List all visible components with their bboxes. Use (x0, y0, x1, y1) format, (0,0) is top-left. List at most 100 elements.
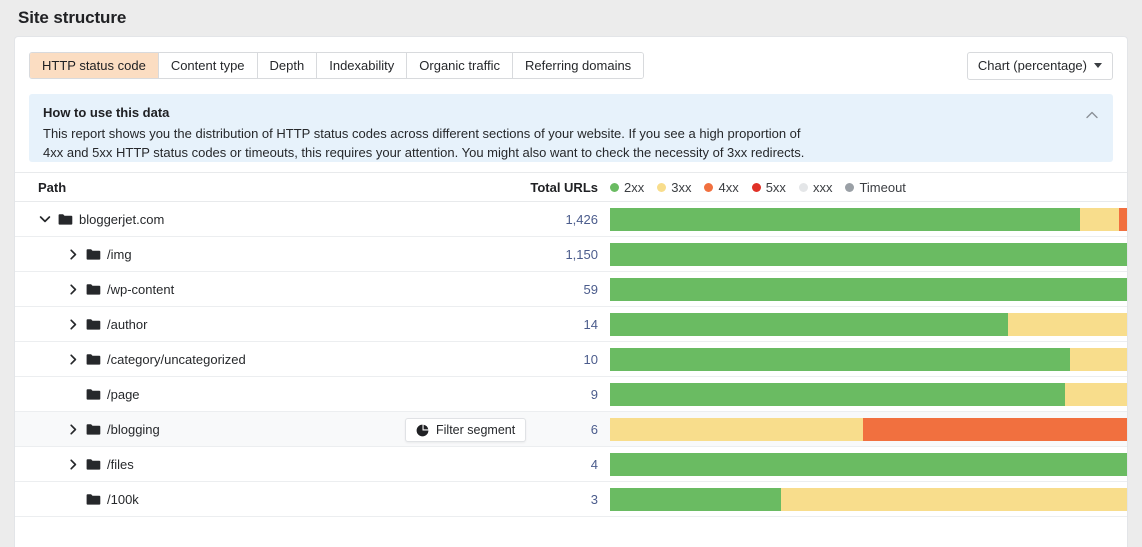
folder-icon (58, 212, 73, 227)
tab-indexability[interactable]: Indexability (317, 53, 407, 78)
info-panel-line-1: This report shows you the distribution o… (43, 124, 1073, 143)
status-bar-segment-2xx[interactable] (610, 208, 1080, 231)
chevron-right-icon[interactable] (66, 317, 80, 331)
chevron-right-icon[interactable] (66, 457, 80, 471)
chevron-right-icon[interactable] (66, 282, 80, 296)
status-bar-segment-2xx[interactable] (610, 488, 781, 511)
legend-item-xxx[interactable]: xxx (799, 180, 833, 195)
status-bar-segment-3xx[interactable] (781, 488, 1127, 511)
table-row[interactable]: /bloggingFilter segment6 (15, 412, 1127, 447)
cell-total-urls[interactable]: 14 (440, 317, 610, 332)
folder-icon (86, 352, 101, 367)
tab-content-type[interactable]: Content type (159, 53, 258, 78)
status-bar (610, 453, 1127, 476)
chevron-right-icon[interactable] (66, 352, 80, 366)
table-row[interactable]: bloggerjet.com1,426 (15, 202, 1127, 237)
column-header-total-urls: Total URLs (440, 180, 610, 195)
status-bar-segment-2xx[interactable] (610, 243, 1127, 266)
tab-group: HTTP status code Content type DepthIndexab… (29, 52, 644, 79)
status-bar-segment-4xx[interactable] (1119, 208, 1127, 231)
cell-total-urls[interactable]: 3 (440, 492, 610, 507)
chevron-up-icon[interactable] (1083, 106, 1101, 124)
table-row[interactable]: /page 9 (15, 377, 1127, 412)
cell-total-urls[interactable]: 1,426 (440, 212, 610, 227)
status-bar-segment-4xx[interactable] (863, 418, 1127, 441)
status-bar-segment-2xx[interactable] (610, 313, 1008, 336)
status-bar (610, 278, 1127, 301)
table-row[interactable]: /author 14 (15, 307, 1127, 342)
column-header-path: Path (25, 180, 440, 195)
status-bar (610, 243, 1127, 266)
cell-path: bloggerjet.com (25, 212, 440, 227)
cell-path: /page (25, 387, 440, 402)
tab-organic-traffic[interactable]: Organic traffic (407, 53, 513, 78)
tab-label: Organic traffic (419, 58, 500, 73)
folder-icon (86, 282, 101, 297)
folder-icon (86, 387, 101, 402)
status-bar-segment-3xx[interactable] (1065, 383, 1127, 406)
toolbar: HTTP status code Content type DepthIndexab… (15, 37, 1127, 84)
tab-label: HTTP status code (42, 58, 146, 73)
path-label: /blogging (107, 422, 160, 437)
status-bar-segment-3xx[interactable] (610, 418, 863, 441)
table-row[interactable]: /100k3 (15, 482, 1127, 517)
cell-total-urls[interactable]: 4 (440, 457, 610, 472)
filter-segment-button[interactable]: Filter segment (405, 418, 526, 442)
status-bar-segment-2xx[interactable] (610, 348, 1070, 371)
status-bar-segment-3xx[interactable] (1070, 348, 1127, 371)
status-bar-segment-2xx[interactable] (610, 453, 1127, 476)
legend-dot-icon (610, 183, 619, 192)
legend-item-5xx[interactable]: 5xx (752, 180, 786, 195)
chevron-right-icon[interactable] (66, 422, 80, 436)
legend-label: 5xx (766, 180, 786, 195)
cell-path: /blogging (25, 422, 440, 437)
table-row[interactable]: /img 1,150 (15, 237, 1127, 272)
page-header: Site structure (0, 0, 1142, 36)
table-row[interactable]: /category/uncategorized10 (15, 342, 1127, 377)
status-bar-segment-3xx[interactable] (1008, 313, 1127, 336)
tab-label: Content type (171, 58, 245, 73)
cell-total-urls[interactable]: 1,150 (440, 247, 610, 262)
cell-path: /wp-content (25, 282, 440, 297)
cell-total-urls[interactable]: 59 (440, 282, 610, 297)
chart-mode-label: Chart (percentage) (978, 58, 1087, 73)
legend-item-2xx[interactable]: 2xx (610, 180, 644, 195)
tab-http-status-code[interactable]: HTTP status code (30, 53, 159, 78)
cell-path: /100k (25, 492, 440, 507)
path-label: /img (107, 247, 132, 262)
legend-dot-icon (657, 183, 666, 192)
table-header-row: Path Total URLs 2xx 3xx 4xx 5xx xxx Timeout (15, 172, 1127, 202)
status-bar (610, 313, 1127, 336)
legend-dot-icon (799, 183, 808, 192)
folder-icon (86, 457, 101, 472)
tab-label: Referring domains (525, 58, 631, 73)
status-bar-segment-3xx[interactable] (1080, 208, 1118, 231)
cell-total-urls[interactable]: 9 (440, 387, 610, 402)
folder-icon (86, 317, 101, 332)
path-label: /page (107, 387, 140, 402)
cell-total-urls[interactable]: 10 (440, 352, 610, 367)
folder-icon (86, 422, 101, 437)
path-label: /author (107, 317, 147, 332)
site-structure-card: HTTP status code Content type DepthIndexab… (14, 36, 1128, 547)
cell-path: /author (25, 317, 440, 332)
cell-path: /img (25, 247, 440, 262)
status-bar (610, 383, 1127, 406)
table-row[interactable]: /files4 (15, 447, 1127, 482)
chevron-down-icon[interactable] (38, 212, 52, 226)
legend-item-4xx[interactable]: 4xx (704, 180, 738, 195)
chart-mode-select[interactable]: Chart (percentage) (967, 52, 1113, 80)
table-body: bloggerjet.com1,426/img 1,150/wp-content5… (15, 202, 1127, 517)
chevron-down-icon (1094, 63, 1102, 68)
site-structure-table: Path Total URLs 2xx 3xx 4xx 5xx xxx Timeout b… (15, 172, 1127, 517)
legend-item-timeout[interactable]: Timeout (845, 180, 905, 195)
tab-referring-domains[interactable]: Referring domains (513, 53, 643, 78)
table-row[interactable]: /wp-content59 (15, 272, 1127, 307)
chevron-right-icon[interactable] (66, 247, 80, 261)
tab-depth[interactable]: Depth (258, 53, 318, 78)
pie-chart-icon (416, 424, 429, 437)
legend-item-3xx[interactable]: 3xx (657, 180, 691, 195)
filter-segment-label: Filter segment (436, 423, 515, 437)
status-bar-segment-2xx[interactable] (610, 383, 1065, 406)
status-bar-segment-2xx[interactable] (610, 278, 1127, 301)
